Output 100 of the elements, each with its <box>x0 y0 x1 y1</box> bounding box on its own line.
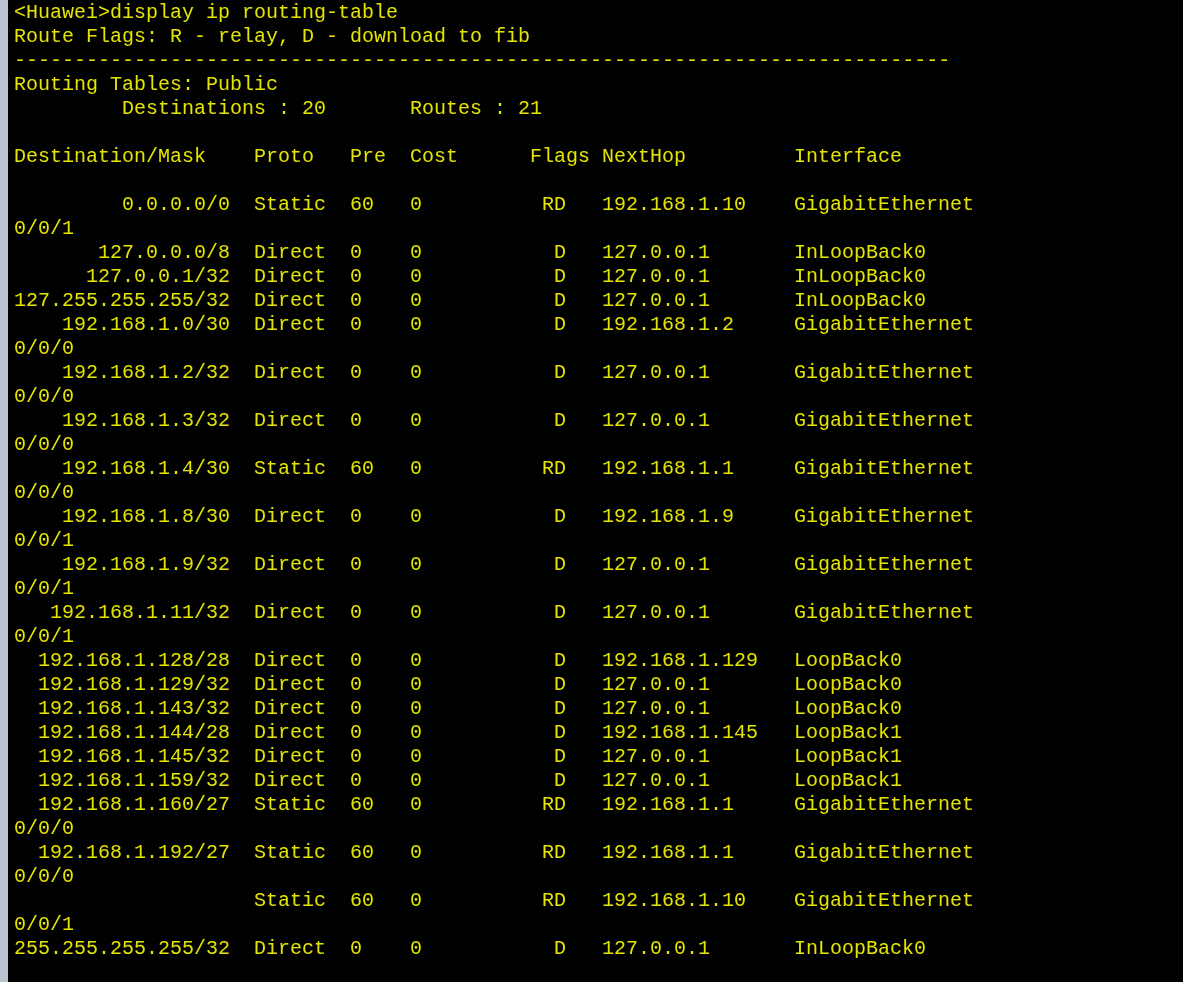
nexthop-cell: 127.0.0.1 <box>602 361 711 384</box>
cost-cell: 0 <box>410 769 423 792</box>
pre-cell: 0 <box>350 673 363 696</box>
interface-cell: InLoopBack0 <box>794 241 927 264</box>
pre-cell: 0 <box>350 313 363 336</box>
command-line: <Huawei>display ip routing-table <box>14 1 399 25</box>
pre-cell: 0 <box>350 721 363 744</box>
destination-cell: 192.168.1.159/32 <box>38 769 231 793</box>
pre-cell: 0 <box>350 505 363 528</box>
cost-cell: 0 <box>410 745 423 768</box>
nexthop-cell: 192.168.1.1 <box>602 841 735 864</box>
cost-cell: 0 <box>410 673 423 696</box>
proto-cell: Direct <box>254 697 327 720</box>
proto-cell: Direct <box>254 289 327 312</box>
proto-cell: Direct <box>254 673 327 696</box>
flags-cell: RD <box>542 793 567 817</box>
destination-cell: 192.168.1.160/27 <box>38 793 231 817</box>
nexthop-cell: 127.0.0.1 <box>602 289 711 312</box>
proto-cell: Direct <box>254 721 327 744</box>
cost-cell: 0 <box>410 889 423 912</box>
nexthop-cell: 192.168.1.10 <box>602 889 747 912</box>
flags-cell: D <box>554 553 567 577</box>
nexthop-cell: 127.0.0.1 <box>602 553 711 576</box>
flags-cell: RD <box>542 193 567 217</box>
destination-cell: 192.168.1.144/28 <box>38 721 231 745</box>
destination-cell: 192.168.1.4/30 <box>62 457 231 481</box>
nexthop-cell: 192.168.1.1 <box>602 457 735 480</box>
nexthop-cell: 192.168.1.129 <box>602 649 759 672</box>
flags-cell: D <box>554 505 567 529</box>
pre-cell: 60 <box>350 793 375 816</box>
interface-cell: GigabitEthernet <box>794 361 975 384</box>
pre-cell: 60 <box>350 457 375 480</box>
nexthop-cell: 192.168.1.1 <box>602 793 735 816</box>
pre-cell: 0 <box>350 649 363 672</box>
interface-cell: GigabitEthernet <box>794 841 975 864</box>
pre-cell: 60 <box>350 193 375 216</box>
interface-cell: InLoopBack0 <box>794 289 927 312</box>
destination-cell: 192.168.1.192/27 <box>38 841 231 865</box>
proto-cell: Direct <box>254 745 327 768</box>
flags-cell: D <box>554 649 567 673</box>
interface-cell: 0/0/1 <box>14 577 74 601</box>
table-title: Routing Tables: Public <box>14 73 279 97</box>
pre-cell: 0 <box>350 361 363 384</box>
cost-cell: 0 <box>410 313 423 336</box>
interface-cell: LoopBack1 <box>794 721 903 744</box>
nexthop-cell: 127.0.0.1 <box>602 265 711 288</box>
flags-cell: D <box>554 241 567 265</box>
cost-cell: 0 <box>410 841 423 864</box>
interface-cell: 0/0/1 <box>14 913 74 937</box>
flags-cell: D <box>554 289 567 313</box>
interface-cell: 0/0/0 <box>14 385 74 409</box>
flags-legend: Route Flags: R - relay, D - download to fib <box>14 25 531 49</box>
interface-cell: GigabitEthernet <box>794 601 975 624</box>
flags-cell: RD <box>542 457 567 481</box>
interface-cell: 0/0/1 <box>14 625 74 649</box>
cost-header: Cost <box>410 145 460 169</box>
nexthop-cell: 192.168.1.10 <box>602 193 747 216</box>
proto-cell: Direct <box>254 553 327 576</box>
flags-cell: D <box>554 721 567 745</box>
destination-cell: 192.168.1.9/32 <box>62 553 231 577</box>
interface-cell: LoopBack0 <box>794 697 903 720</box>
flags-cell: D <box>554 937 567 961</box>
routes-count: Routes : 21 <box>410 97 543 121</box>
interface-cell: LoopBack0 <box>794 649 903 672</box>
pre-cell: 0 <box>350 265 363 288</box>
proto-cell: Direct <box>254 265 327 288</box>
destination-cell: 127.255.255.255/32 <box>14 289 231 313</box>
cost-cell: 0 <box>410 793 423 816</box>
destination-cell: 192.168.1.143/32 <box>38 697 231 721</box>
interface-cell: 0/0/0 <box>14 817 74 841</box>
nexthop-cell: 192.168.1.9 <box>602 505 735 528</box>
nexthop-cell: 127.0.0.1 <box>602 409 711 432</box>
flags-cell: D <box>554 769 567 793</box>
proto-cell: Direct <box>254 649 327 672</box>
proto-cell: Static <box>254 841 327 864</box>
proto-cell: Direct <box>254 937 327 960</box>
interface-cell: GigabitEthernet <box>794 409 975 432</box>
pre-cell: 0 <box>350 553 363 576</box>
proto-cell: Static <box>254 793 327 816</box>
nexthop-cell: 127.0.0.1 <box>602 937 711 960</box>
flags-cell: RD <box>542 841 567 865</box>
destination-cell: 192.168.1.129/32 <box>38 673 231 697</box>
nexthop-cell: 127.0.0.1 <box>602 697 711 720</box>
interface-cell: 0/0/0 <box>14 337 74 361</box>
destination-cell: 192.168.1.0/30 <box>62 313 231 337</box>
separator-line: ------------------------------------------------------------------------------ <box>14 49 951 73</box>
destination-header: Destination/Mask <box>14 145 208 169</box>
destination-cell: 192.168.1.11/32 <box>50 601 231 625</box>
nexthop-cell: 127.0.0.1 <box>602 745 711 768</box>
proto-cell: Direct <box>254 241 327 264</box>
cost-cell: 0 <box>410 289 423 312</box>
flags-header: Flags <box>530 145 592 169</box>
flags-cell: D <box>554 265 567 289</box>
destination-cell: 192.168.1.8/30 <box>62 505 231 529</box>
interface-header: Interface <box>794 145 903 169</box>
nexthop-cell: 127.0.0.1 <box>602 601 711 624</box>
cost-cell: 0 <box>410 697 423 720</box>
interface-cell: 0/0/1 <box>14 217 74 241</box>
proto-cell: Static <box>254 457 327 480</box>
nexthop-cell: 192.168.1.2 <box>602 313 735 336</box>
